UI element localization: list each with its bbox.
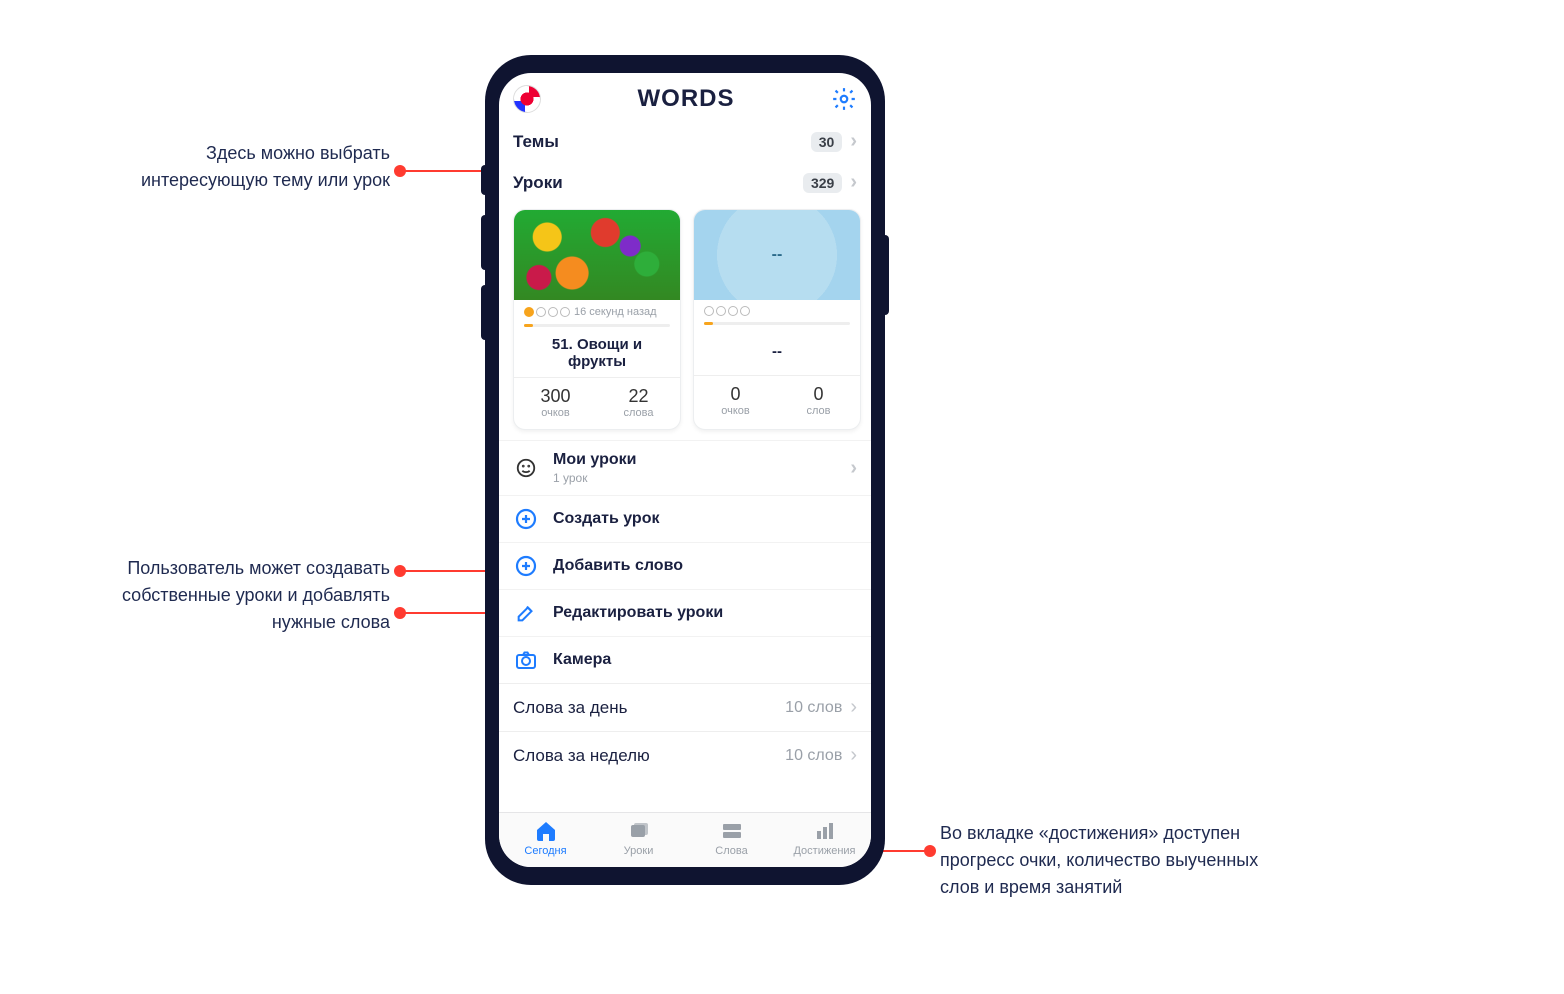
lesson-card-image: --	[694, 210, 860, 300]
tab-lessons-label: Уроки	[624, 845, 654, 857]
words-per-day-label: Слова за день	[513, 698, 627, 718]
app-header: WORDS	[499, 73, 871, 121]
camera-row[interactable]: Камера	[499, 636, 871, 683]
lesson-card[interactable]: 16 секунд назад 51. Овощи и фрукты 300 о…	[513, 209, 681, 430]
lesson-stat-points: 300 очков	[514, 378, 597, 429]
progress-dot-icon	[716, 306, 726, 316]
lesson-card-meta: 16 секунд назад	[514, 300, 680, 320]
add-word-label: Добавить слово	[553, 557, 857, 575]
phone-frame: WORDS Темы 30 › Уроки 329	[485, 55, 885, 885]
progress-dot-icon	[560, 307, 570, 317]
chevron-right-icon: ›	[850, 457, 857, 480]
main-content: Темы 30 › Уроки 329 ›	[499, 121, 871, 812]
tab-today[interactable]: Сегодня	[499, 819, 592, 857]
edit-lessons-label: Редактировать уроки	[553, 604, 857, 622]
lesson-progress-bar	[704, 322, 850, 325]
annotation-dot	[394, 607, 406, 619]
progress-dot-icon	[548, 307, 558, 317]
lesson-progress-bar	[524, 324, 670, 327]
progress-dot-icon	[704, 306, 714, 316]
lessons-row[interactable]: Уроки 329 ›	[499, 162, 871, 203]
edit-lessons-row[interactable]: Редактировать уроки	[499, 589, 871, 636]
create-lesson-row[interactable]: Создать урок	[499, 495, 871, 542]
camera-icon	[513, 647, 539, 673]
smile-icon	[513, 455, 539, 481]
themes-label: Темы	[513, 132, 559, 152]
lesson-cards-carousel[interactable]: 16 секунд назад 51. Овощи и фрукты 300 о…	[499, 203, 871, 440]
words-per-day-value: 10 слов	[785, 699, 842, 717]
words-per-week-label: Слова за неделю	[513, 746, 650, 766]
lesson-stat-words: 0 слов	[777, 376, 860, 427]
progress-dot-icon	[536, 307, 546, 317]
words-per-week-row[interactable]: Слова за неделю 10 слов ›	[499, 732, 871, 779]
language-flag-button[interactable]	[513, 85, 541, 113]
annotation-line	[400, 170, 490, 172]
plus-circle-icon	[513, 506, 539, 532]
bar-chart-icon	[811, 819, 839, 843]
app-title: WORDS	[638, 85, 735, 113]
annotation-dot	[924, 845, 936, 857]
chevron-right-icon: ›	[850, 130, 857, 153]
lesson-card-title: 51. Овощи и фрукты	[514, 327, 680, 377]
lesson-card-image	[514, 210, 680, 300]
themes-count-badge: 30	[811, 132, 843, 152]
tab-lessons[interactable]: Уроки	[592, 819, 685, 857]
list-icon	[718, 819, 746, 843]
edit-icon	[513, 600, 539, 626]
create-lesson-label: Создать урок	[553, 510, 857, 528]
tab-today-label: Сегодня	[524, 845, 566, 857]
annotation-achievements: Во вкладке «достижения» доступен прогрес…	[940, 820, 1300, 901]
app-screen: WORDS Темы 30 › Уроки 329	[499, 73, 871, 867]
words-per-week-value: 10 слов	[785, 747, 842, 765]
lesson-card-empty[interactable]: -- --	[693, 209, 861, 430]
plus-circle-icon	[513, 553, 539, 579]
lesson-stat-points: 0 очков	[694, 376, 777, 427]
words-per-day-row[interactable]: Слова за день 10 слов ›	[499, 684, 871, 731]
my-lessons-label: Мои уроки	[553, 451, 836, 469]
chevron-right-icon: ›	[850, 696, 857, 719]
home-icon	[532, 819, 560, 843]
chevron-right-icon: ›	[850, 744, 857, 767]
my-lessons-sub: 1 урок	[553, 471, 836, 485]
lessons-count-badge: 329	[803, 173, 842, 193]
tab-bar: Сегодня Уроки Слова Достижения	[499, 812, 871, 867]
cards-icon	[625, 819, 653, 843]
progress-dot-icon	[740, 306, 750, 316]
lesson-stat-words: 22 слова	[597, 378, 680, 429]
annotation-themes: Здесь можно выбрать интересующую тему ил…	[80, 140, 390, 194]
settings-gear-icon[interactable]	[831, 86, 857, 112]
chevron-right-icon: ›	[850, 171, 857, 194]
lesson-card-meta	[694, 300, 860, 318]
annotation-custom-lessons: Пользователь может создавать собственные…	[60, 555, 390, 636]
progress-dot-icon	[524, 307, 534, 317]
annotation-dot	[394, 565, 406, 577]
lesson-card-time: 16 секунд назад	[574, 306, 657, 318]
lessons-label: Уроки	[513, 173, 563, 193]
lesson-card-title: --	[694, 325, 860, 375]
tab-achievements[interactable]: Достижения	[778, 819, 871, 857]
add-word-row[interactable]: Добавить слово	[499, 542, 871, 589]
annotation-dot	[394, 165, 406, 177]
camera-label: Камера	[553, 651, 857, 669]
tab-words[interactable]: Слова	[685, 819, 778, 857]
progress-dot-icon	[728, 306, 738, 316]
tab-achievements-label: Достижения	[793, 845, 855, 857]
my-lessons-row[interactable]: Мои уроки 1 урок ›	[499, 440, 871, 495]
themes-row[interactable]: Темы 30 ›	[499, 121, 871, 162]
tab-words-label: Слова	[715, 845, 747, 857]
